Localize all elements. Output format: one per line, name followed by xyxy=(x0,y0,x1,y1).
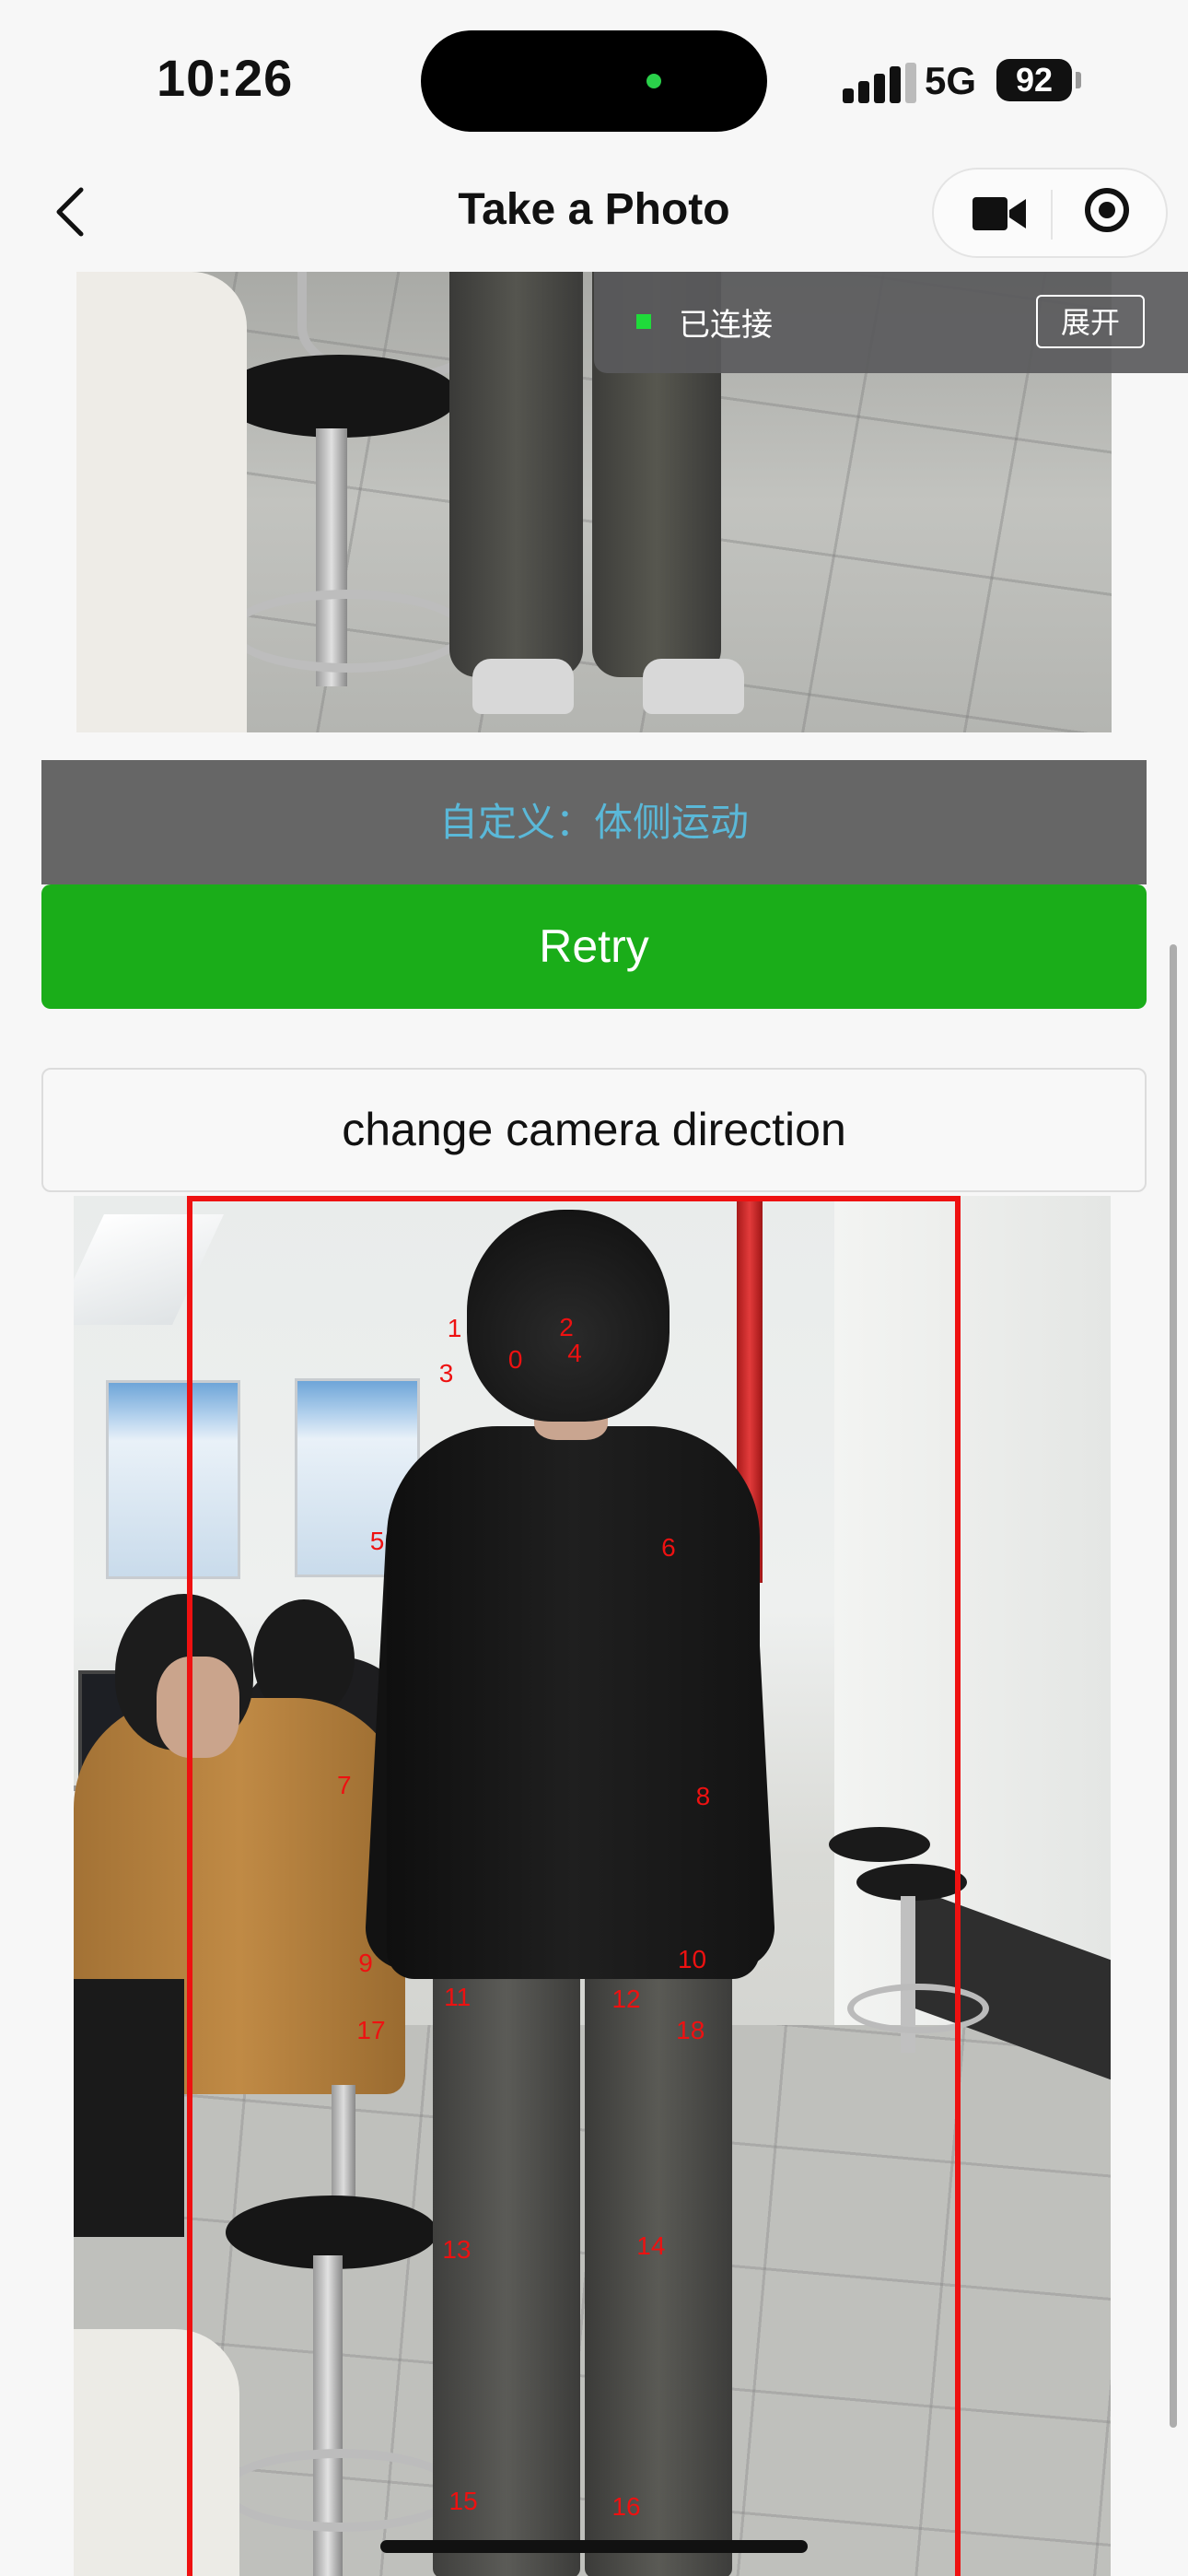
record-icon[interactable] xyxy=(1085,188,1129,232)
battery-tip xyxy=(1076,72,1081,88)
connected-status-dot xyxy=(636,314,651,329)
keypoint-label: 15 xyxy=(448,2487,478,2516)
home-indicator[interactable] xyxy=(380,2540,808,2553)
keypoint-label: 12 xyxy=(611,1985,641,2014)
status-time: 10:26 xyxy=(157,49,294,107)
keypoint-label: 11 xyxy=(444,1983,472,2012)
keypoint-label: 6 xyxy=(661,1533,676,1563)
keypoint-label: 7 xyxy=(336,1770,352,1799)
connection-status-text: 已连接 xyxy=(679,308,773,343)
scrollbar[interactable] xyxy=(1170,944,1177,2428)
keypoint-label: 2 xyxy=(559,1312,574,1341)
keypoint-label: 1 xyxy=(447,1314,462,1343)
camera-indicator-dot xyxy=(646,74,661,88)
expand-button[interactable]: 展开 xyxy=(1036,295,1145,348)
keypoint-label: 10 xyxy=(677,1945,707,1974)
keypoint-label: 5 xyxy=(369,1527,385,1556)
pose-photo: 0 1 2 3 4 5 6 7 8 9 10 11 12 13 14 15 16… xyxy=(74,1196,1111,2576)
custom-exercise-label: 自定义：体侧运动 xyxy=(41,760,1147,884)
keypoint-label: 0 xyxy=(507,1345,523,1375)
battery-icon: 92 xyxy=(996,59,1072,101)
network-type: 5G xyxy=(925,59,977,102)
keypoint-label: 8 xyxy=(695,1782,711,1811)
main-content: 已连接 展开 自定义：体侧运动 Retry change camera dire… xyxy=(0,272,1188,2576)
keypoint-label: 18 xyxy=(676,2016,705,2044)
keypoint-label: 16 xyxy=(611,2491,641,2521)
keypoint-label: 4 xyxy=(567,1339,582,1368)
retry-button[interactable]: Retry xyxy=(41,884,1147,1009)
keypoint-label: 3 xyxy=(438,1358,454,1388)
video-camera-icon[interactable] xyxy=(973,193,1026,239)
change-camera-direction-button[interactable]: change camera direction xyxy=(41,1068,1147,1192)
keypoint-label: 17 xyxy=(356,2016,386,2044)
keypoint-label: 9 xyxy=(358,1948,373,1977)
mini-program-capsule xyxy=(932,168,1168,258)
capsule-divider xyxy=(1051,190,1053,240)
keypoint-label: 14 xyxy=(636,2231,666,2261)
connection-panel: 已连接 展开 xyxy=(594,272,1188,373)
cellular-signal-icon xyxy=(843,63,916,103)
status-bar: 10:26 5G 92 xyxy=(0,0,1188,157)
dynamic-island xyxy=(421,30,767,132)
keypoint-label: 13 xyxy=(442,2234,472,2264)
detection-bounding-box xyxy=(187,1196,961,2576)
nav-bar: Take a Photo xyxy=(0,157,1188,272)
